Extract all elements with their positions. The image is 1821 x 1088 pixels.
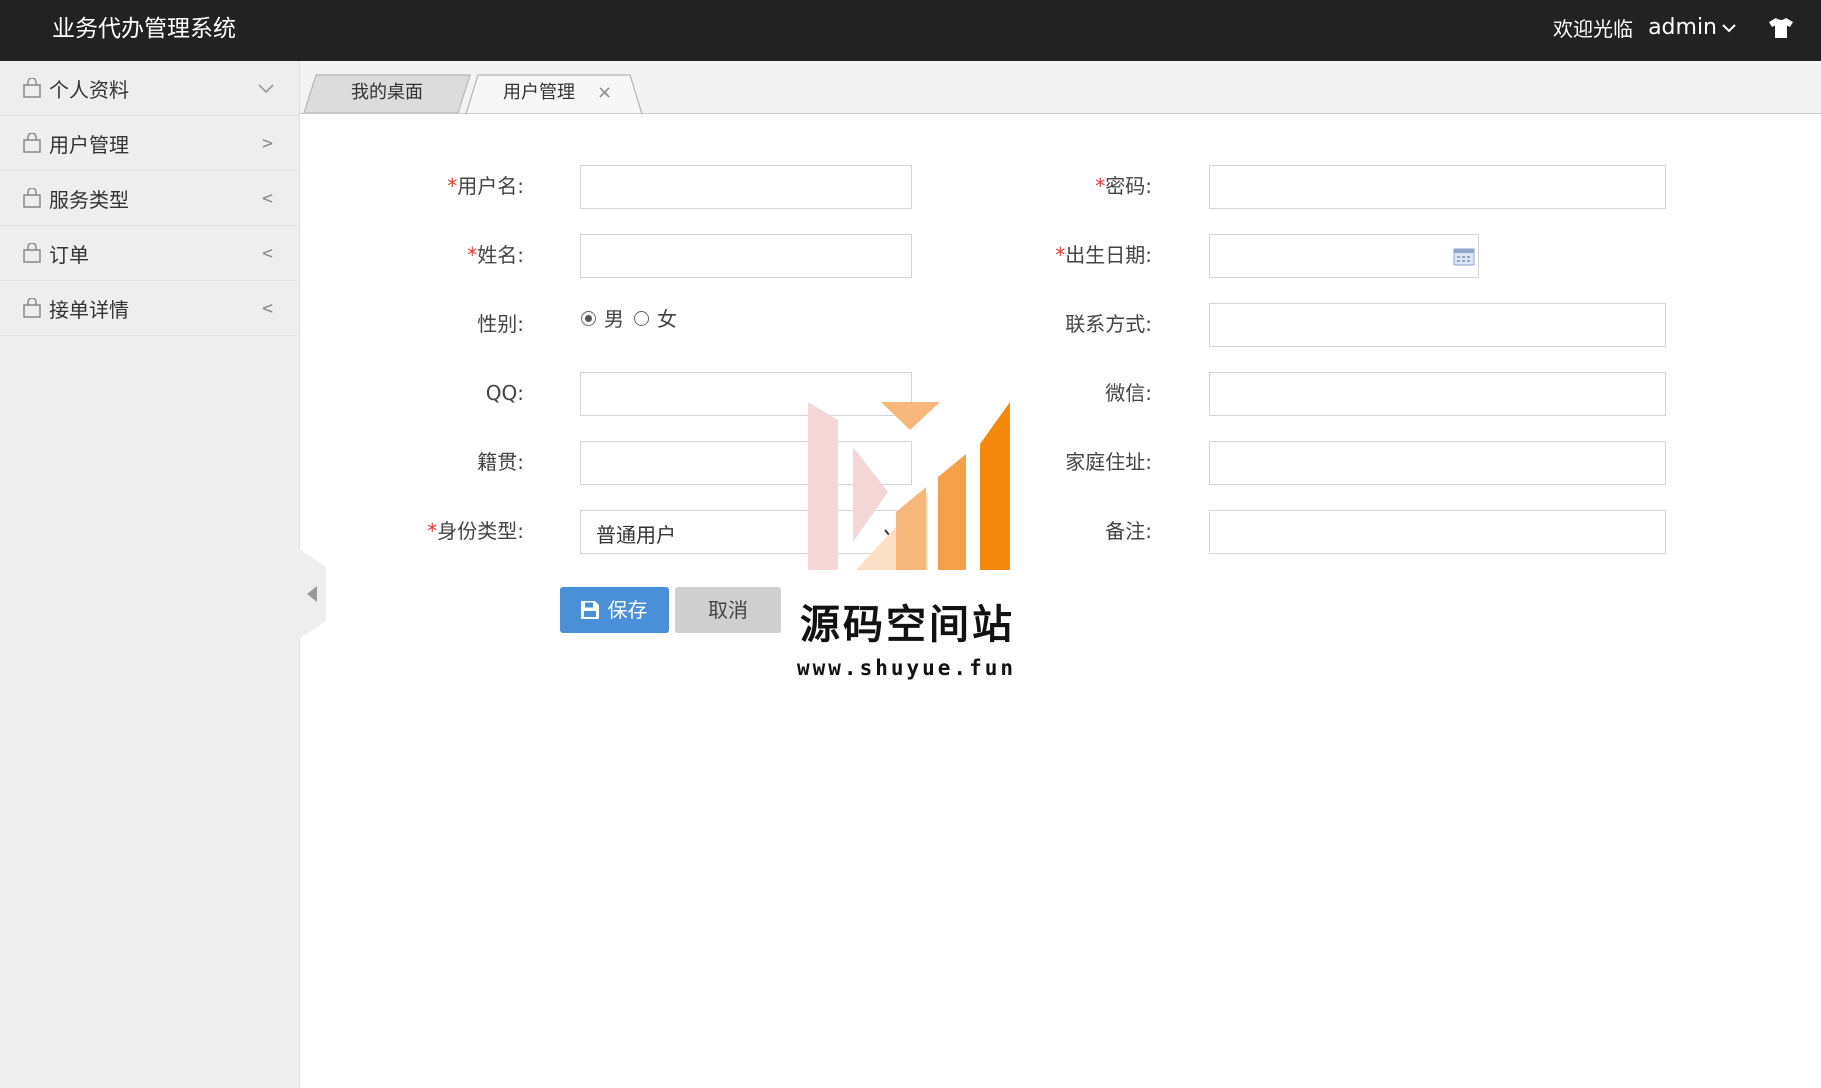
bag-icon <box>23 78 41 98</box>
chevron-left-icon: < <box>262 187 273 209</box>
birthdate-label: *出生日期: <box>1055 243 1152 267</box>
gender-label: 性别: <box>477 312 524 336</box>
sidebar-item-label: 订单 <box>49 242 89 267</box>
tab-user-management[interactable]: 用户管理 × <box>464 73 644 114</box>
remarks-input[interactable] <box>1209 510 1666 554</box>
password-input[interactable] <box>1209 165 1666 209</box>
sidebar-item-label: 接单详情 <box>49 297 129 322</box>
save-button-label: 保存 <box>607 598 648 622</box>
bag-icon <box>23 298 41 318</box>
bag-icon <box>23 243 41 263</box>
calendar-icon[interactable] <box>1453 248 1475 266</box>
sidebar-collapse-handle[interactable] <box>299 549 326 639</box>
tab-bar: 我的桌面 用户管理 × <box>300 61 1821 114</box>
welcome-text: 欢迎光临 <box>1553 17 1633 41</box>
gender-male-label: 男 <box>604 307 624 331</box>
sidebar-item-label: 用户管理 <box>49 132 129 157</box>
bag-icon <box>23 188 41 208</box>
save-button[interactable]: 保存 <box>560 587 669 633</box>
user-menu[interactable]: admin <box>1648 13 1717 43</box>
sidebar-item-label: 服务类型 <box>49 187 129 212</box>
chevron-left-icon: < <box>262 297 273 319</box>
sidebar-item-label: 个人资料 <box>49 77 129 102</box>
app-title: 业务代办管理系统 <box>52 16 236 42</box>
contact-label: 联系方式: <box>1065 312 1152 336</box>
chevron-down-icon <box>258 84 274 94</box>
identity-type-label: *身份类型: <box>427 519 524 543</box>
qq-label: QQ: <box>485 381 524 405</box>
username-label: *用户名: <box>447 174 524 198</box>
gender-female-label: 女 <box>657 307 677 331</box>
sidebar-item-order-details[interactable]: 接单详情 < <box>0 281 299 336</box>
tab-label: 我的桌面 <box>351 82 423 103</box>
contact-input[interactable] <box>1209 303 1666 347</box>
chevron-left-icon: < <box>262 242 273 264</box>
sidebar-item-orders[interactable]: 订单 < <box>0 226 299 281</box>
username-input[interactable] <box>580 165 912 209</box>
password-label: *密码: <box>1095 174 1152 198</box>
sidebar: 个人资料 用户管理 > 服务类型 < 订单 < 接单详情 < <box>0 61 300 1088</box>
chevron-right-icon: > <box>262 132 273 154</box>
name-label: *姓名: <box>467 243 524 267</box>
gender-female-radio[interactable] <box>634 311 649 326</box>
gender-male-radio[interactable] <box>581 311 596 326</box>
address-input[interactable] <box>1209 441 1666 485</box>
tab-desktop[interactable]: 我的桌面 <box>302 73 472 113</box>
floppy-disk-icon <box>581 601 599 619</box>
tshirt-icon[interactable] <box>1767 16 1795 40</box>
identity-type-value: 普通用户 <box>596 523 676 547</box>
bag-icon <box>23 133 41 153</box>
close-icon[interactable]: × <box>597 73 612 113</box>
sidebar-item-service-type[interactable]: 服务类型 < <box>0 171 299 226</box>
tab-label: 用户管理 <box>503 82 575 103</box>
sidebar-item-user-management[interactable]: 用户管理 > <box>0 116 299 171</box>
name-input[interactable] <box>580 234 912 278</box>
sidebar-item-profile[interactable]: 个人资料 <box>0 61 299 116</box>
watermark-url: www.shuyue.fun <box>797 656 1017 680</box>
wechat-input[interactable] <box>1209 372 1666 416</box>
birthdate-input[interactable] <box>1209 234 1479 278</box>
watermark-title: 源码空间站 <box>800 602 1015 648</box>
top-bar: 业务代办管理系统 欢迎光临 admin <box>0 0 1821 61</box>
native-place-label: 籍贯: <box>477 450 524 474</box>
caret-left-icon <box>307 586 317 602</box>
chevron-down-icon[interactable] <box>1721 20 1737 36</box>
cancel-button[interactable]: 取消 <box>675 587 781 633</box>
watermark-logo <box>808 402 1010 570</box>
